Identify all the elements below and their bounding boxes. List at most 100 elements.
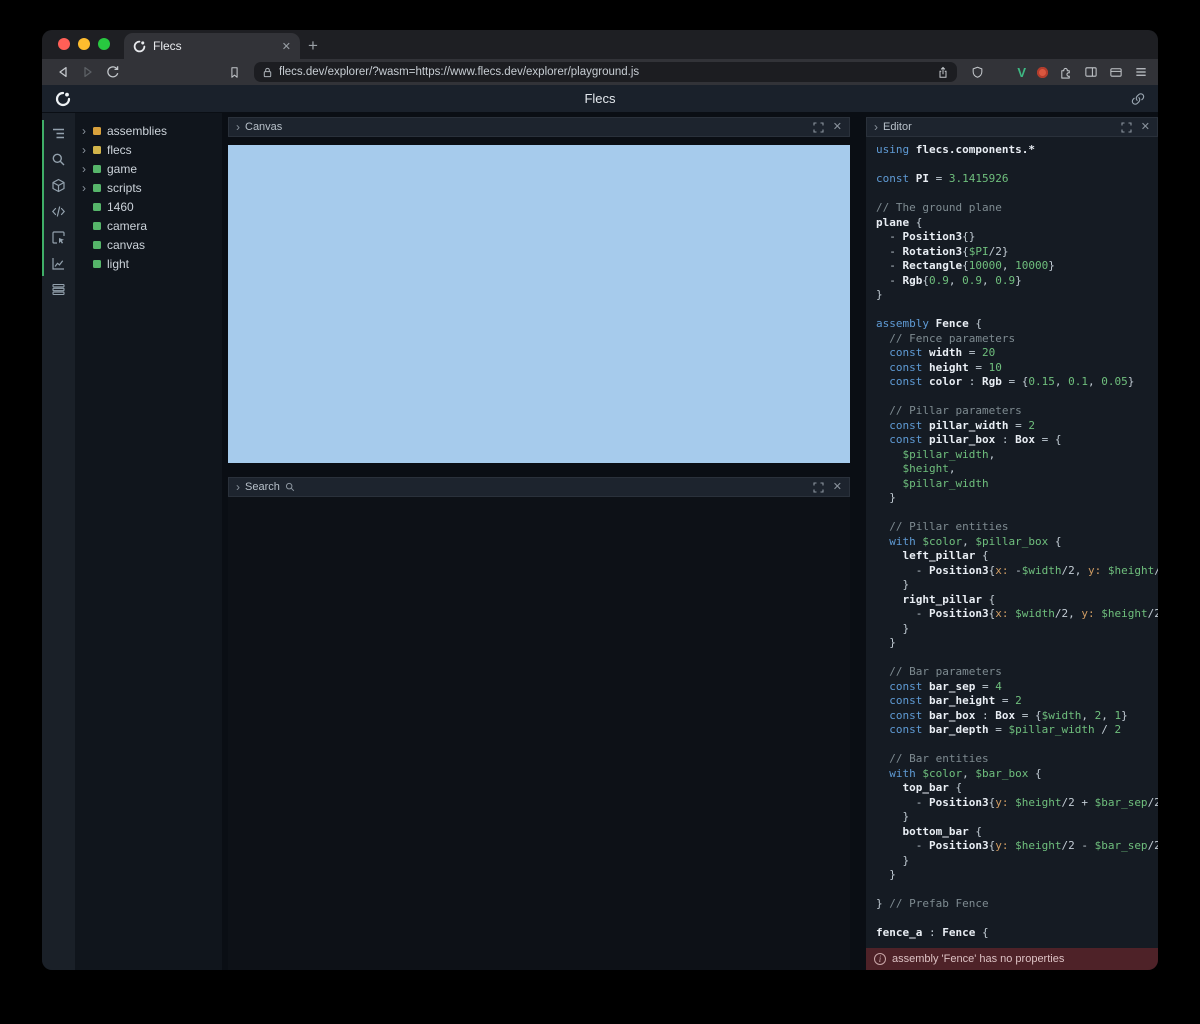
tree-item-camera[interactable]: camera <box>75 216 222 235</box>
entity-color-square <box>93 165 101 173</box>
main-content: › assemblies › flecs › game › scripts 1460camera… <box>42 113 1158 970</box>
reload-button[interactable] <box>102 62 124 82</box>
code-line: const bar_height = 2 <box>876 694 1158 709</box>
tree-item-game[interactable]: › game <box>75 159 222 178</box>
editor-panel-header: › Editor ✕ <box>866 117 1158 137</box>
code-line: // Pillar parameters <box>876 404 1158 419</box>
tree-item-flecs[interactable]: › flecs <box>75 140 222 159</box>
code-line: - Position3{y: $height/2 + $bar_sep/2} <box>876 796 1158 811</box>
search-panel-header: › Search ✕ <box>228 477 850 497</box>
code-editor-content[interactable]: using flecs.components.* const PI = 3.14… <box>876 143 1158 941</box>
code-line <box>876 187 1158 202</box>
tree-item-label: game <box>107 162 137 176</box>
inspect-icon[interactable] <box>42 224 75 250</box>
browser-tab[interactable]: Flecs ✕ <box>124 33 300 59</box>
browser-window: Flecs ✕ + flecs.dev/explorer/?wasm=https… <box>42 30 1158 970</box>
tree-item-label: flecs <box>107 143 132 157</box>
tree-item-label: scripts <box>107 181 142 195</box>
tree-item-light[interactable]: light <box>75 254 222 273</box>
menu-icon[interactable] <box>1134 65 1148 79</box>
flecs-favicon-icon <box>133 40 146 53</box>
code-line: with $color, $bar_box { <box>876 767 1158 782</box>
code-line: } <box>876 854 1158 869</box>
code-line: const pillar_width = 2 <box>876 419 1158 434</box>
code-line: $pillar_width <box>876 477 1158 492</box>
forward-button[interactable] <box>77 62 99 82</box>
expand-chevron-icon[interactable]: › <box>82 182 93 194</box>
close-icon[interactable]: ✕ <box>1141 122 1150 133</box>
chart-icon[interactable] <box>42 250 75 276</box>
code-line <box>876 158 1158 173</box>
entity-color-square <box>93 260 101 268</box>
code-line: - Rectangle{10000, 10000} <box>876 259 1158 274</box>
share-icon[interactable] <box>937 66 949 79</box>
site-info-icon[interactable] <box>262 67 273 78</box>
code-line: const PI = 3.1415926 <box>876 172 1158 187</box>
canvas-viewport[interactable] <box>228 145 850 463</box>
canvas-panel-body <box>228 137 850 463</box>
fullscreen-icon[interactable] <box>1121 122 1132 133</box>
code-line: - Rotation3{$PI/2} <box>876 245 1158 260</box>
code-icon[interactable] <box>42 198 75 224</box>
code-line: using flecs.components.* <box>876 143 1158 158</box>
stack-icon[interactable] <box>42 276 75 302</box>
tab-title: Flecs <box>153 39 275 53</box>
search-panel-title: Search <box>245 481 280 493</box>
collapse-chevron-icon[interactable]: › <box>236 121 240 133</box>
close-icon[interactable]: ✕ <box>833 482 842 493</box>
cube-icon[interactable] <box>42 172 75 198</box>
sidebar-toggle-icon[interactable] <box>1084 65 1098 79</box>
wallet-icon[interactable] <box>1109 65 1123 79</box>
tree-icon[interactable] <box>42 120 75 146</box>
back-button[interactable] <box>52 62 74 82</box>
code-line: } // Prefab Fence <box>876 897 1158 912</box>
tab-close-icon[interactable]: ✕ <box>282 40 291 53</box>
code-line: // Pillar entities <box>876 520 1158 535</box>
code-line: } <box>876 288 1158 303</box>
code-line: // Bar entities <box>876 752 1158 767</box>
tree-item-assemblies[interactable]: › assemblies <box>75 121 222 140</box>
new-tab-button[interactable]: + <box>300 33 326 59</box>
center-column: › Canvas ✕ › Search <box>228 117 850 970</box>
traffic-lights <box>58 30 110 59</box>
fullscreen-icon[interactable] <box>813 122 824 133</box>
close-icon[interactable]: ✕ <box>833 122 842 133</box>
search-icon[interactable] <box>42 146 75 172</box>
share-link-icon[interactable] <box>1131 92 1145 106</box>
tree-item-1460[interactable]: 1460 <box>75 197 222 216</box>
expand-chevron-icon[interactable]: › <box>82 163 93 175</box>
collapse-chevron-icon[interactable]: › <box>874 121 878 133</box>
code-line <box>876 303 1158 318</box>
close-window-button[interactable] <box>58 38 70 50</box>
entity-color-square <box>93 203 101 211</box>
editor-panel-title: Editor <box>883 121 912 133</box>
extensions-puzzle-icon[interactable] <box>1059 65 1073 79</box>
url-text[interactable]: flecs.dev/explorer/?wasm=https://www.fle… <box>279 66 931 78</box>
code-line <box>876 738 1158 753</box>
code-line <box>876 651 1158 666</box>
address-bar[interactable]: flecs.dev/explorer/?wasm=https://www.fle… <box>254 62 957 82</box>
expand-chevron-icon[interactable]: › <box>82 144 93 156</box>
code-line: // Bar parameters <box>876 665 1158 680</box>
info-icon: i <box>874 953 886 965</box>
extensions-area: V <box>1017 65 1148 80</box>
code-editor[interactable]: using flecs.components.* const PI = 3.14… <box>866 137 1158 948</box>
minimize-window-button[interactable] <box>78 38 90 50</box>
collapse-chevron-icon[interactable]: › <box>236 481 240 493</box>
bookmark-icon[interactable] <box>223 62 245 82</box>
code-line: - Position3{} <box>876 230 1158 245</box>
tree-item-scripts[interactable]: › scripts <box>75 178 222 197</box>
code-line: // Fence parameters <box>876 332 1158 347</box>
expand-chevron-icon[interactable]: › <box>82 125 93 137</box>
page-title: Flecs <box>42 91 1158 106</box>
code-line: $pillar_width, <box>876 448 1158 463</box>
tree-item-canvas[interactable]: canvas <box>75 235 222 254</box>
brave-shield-icon[interactable] <box>966 62 988 82</box>
maximize-window-button[interactable] <box>98 38 110 50</box>
tree-item-label: assemblies <box>107 124 167 138</box>
fullscreen-icon[interactable] <box>813 482 824 493</box>
extension-dot-icon[interactable] <box>1037 67 1048 78</box>
search-panel-body[interactable] <box>228 497 850 970</box>
code-line <box>876 390 1158 405</box>
vue-devtools-icon[interactable]: V <box>1017 65 1026 80</box>
